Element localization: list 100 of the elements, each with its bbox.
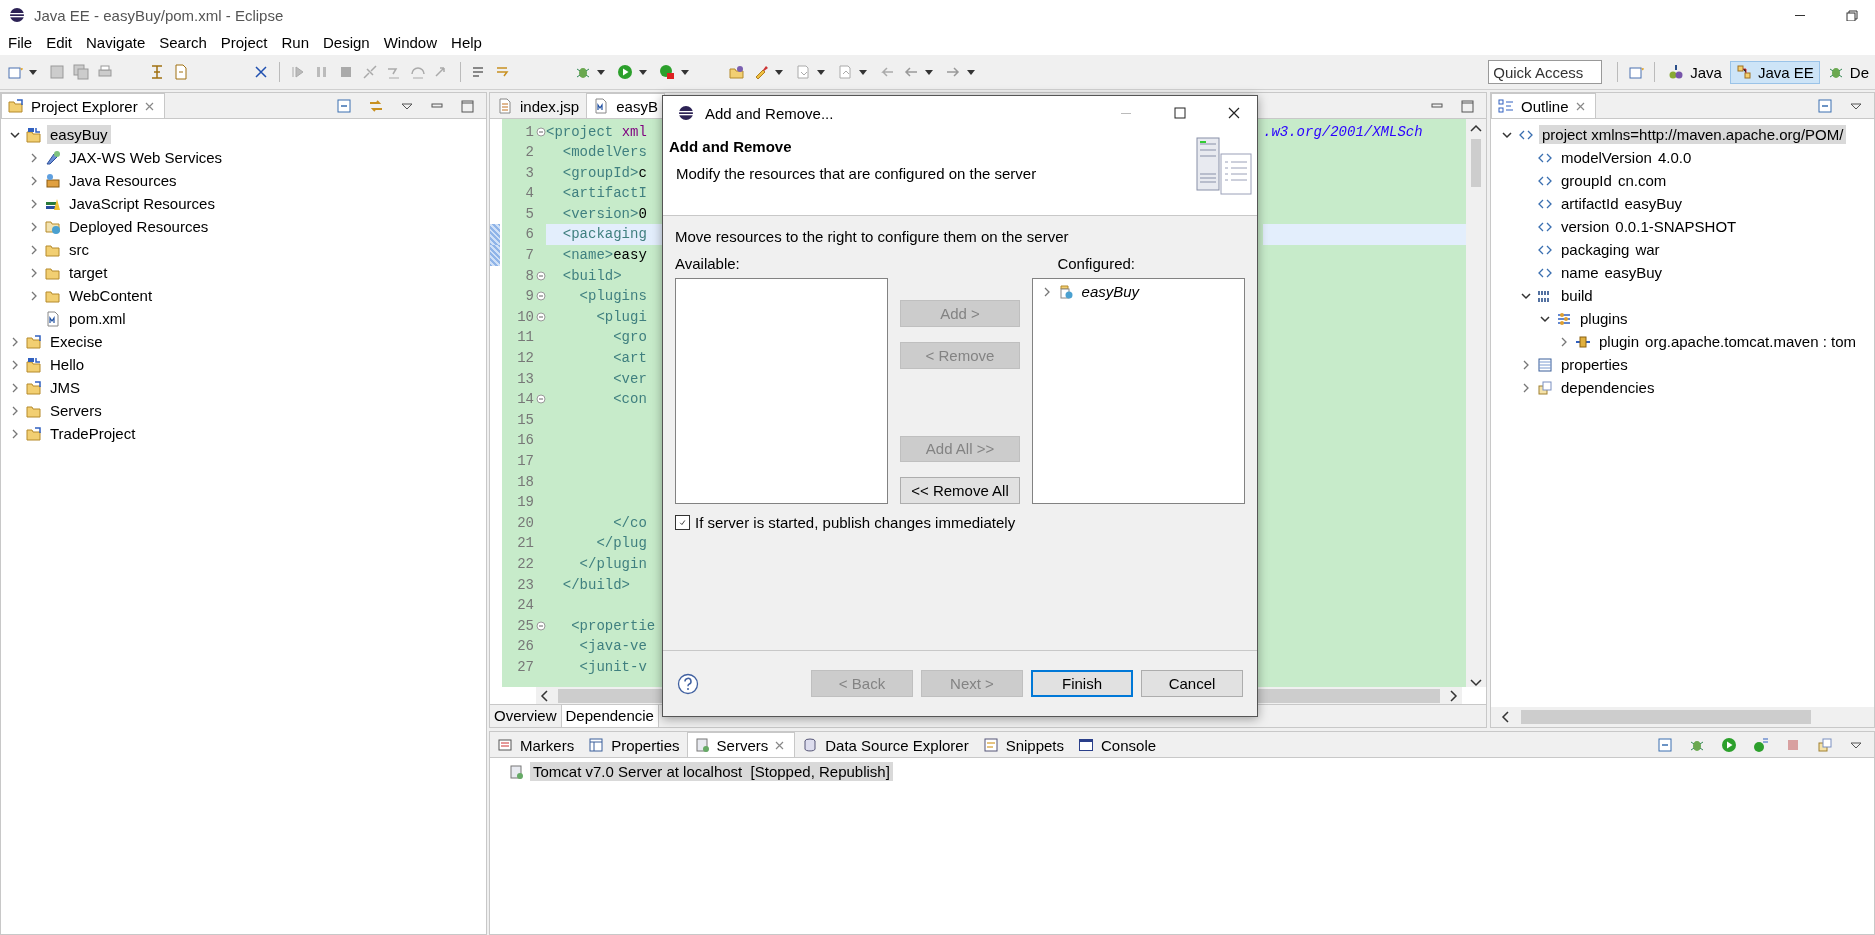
perspective-button[interactable]: De <box>1821 60 1875 84</box>
outline-item[interactable]: dependencies <box>1558 378 1658 397</box>
tree-item[interactable]: Hello <box>47 355 88 374</box>
stop-square-icon[interactable] <box>338 64 354 80</box>
tree-item[interactable]: src <box>66 240 92 259</box>
scroll-left-icon[interactable] <box>1500 710 1512 724</box>
maximize-icon[interactable] <box>460 98 475 114</box>
tree-item[interactable]: Execise <box>47 332 106 351</box>
fold-icon[interactable] <box>536 126 546 137</box>
server-entry[interactable]: Tomcat v7.0 Server at localhost [Stopped, Republish] <box>530 762 893 781</box>
editor-page-tab[interactable]: Dependencie <box>561 705 659 727</box>
dropdown-caret-icon[interactable] <box>858 68 868 76</box>
module-item[interactable]: easyBuy <box>1078 282 1143 301</box>
view-tab[interactable]: Project Explorer <box>1 93 165 118</box>
move-button[interactable]: << Remove All <box>900 477 1020 504</box>
scroll-left-icon[interactable] <box>539 688 551 703</box>
outline-item[interactable]: groupId <box>1558 171 1615 190</box>
collapse-all-icon[interactable] <box>1657 737 1673 753</box>
play-icon[interactable] <box>617 64 633 80</box>
quick-access-field[interactable]: Quick Access <box>1488 60 1603 84</box>
perspective-button[interactable]: Java EE <box>1729 60 1820 84</box>
view-tab[interactable]: Snippets <box>975 732 1071 757</box>
brush-icon[interactable] <box>753 64 769 80</box>
link-editor-icon[interactable] <box>368 98 384 114</box>
menu-item[interactable]: Design <box>316 34 377 51</box>
outline-item[interactable]: plugin <box>1596 332 1643 351</box>
dropdown-caret-icon[interactable] <box>596 68 606 76</box>
tree-item[interactable]: JMS <box>47 378 83 397</box>
vertical-scrollbar[interactable] <box>1466 119 1486 687</box>
editor-tab[interactable]: easyB <box>586 93 665 118</box>
tree-item[interactable]: JAX-WS Web Services <box>66 148 226 167</box>
menu-item[interactable]: File <box>1 34 40 51</box>
menu-item[interactable]: Window <box>376 34 445 51</box>
editor-tab[interactable]: index.jsp <box>490 93 587 118</box>
outline-item[interactable]: packaging <box>1558 240 1633 259</box>
open-file-icon[interactable] <box>173 64 189 80</box>
perspective-button[interactable]: Java <box>1662 60 1728 84</box>
outline-item[interactable]: artifactId <box>1558 194 1622 213</box>
resume-icon[interactable] <box>290 64 306 80</box>
scroll-thumb[interactable] <box>1471 139 1481 187</box>
open-folder-icon[interactable] <box>729 64 745 80</box>
fold-icon[interactable] <box>536 620 546 631</box>
fold-icon[interactable] <box>536 291 546 302</box>
collapse-all-icon[interactable] <box>336 98 352 114</box>
horizontal-scrollbar[interactable] <box>1491 707 1874 727</box>
outline-item[interactable]: modelVersion <box>1558 148 1655 167</box>
help-icon[interactable] <box>677 672 699 695</box>
printer-icon[interactable] <box>97 64 113 80</box>
stop-icon[interactable] <box>1785 737 1801 753</box>
wizard-button[interactable]: Cancel <box>1141 670 1243 697</box>
menu-item[interactable]: Project <box>213 34 275 51</box>
close-icon[interactable] <box>1228 107 1240 119</box>
tree-item[interactable]: target <box>66 263 111 282</box>
tree-item[interactable]: TradeProject <box>47 424 139 443</box>
save-all-icon[interactable] <box>73 64 89 80</box>
view-tab[interactable]: Markers <box>490 732 582 757</box>
fold-icon[interactable] <box>536 311 546 322</box>
tree-item[interactable]: Servers <box>47 401 105 420</box>
scroll-right-icon[interactable] <box>1447 688 1459 703</box>
view-tab[interactable]: Properties <box>581 732 687 757</box>
tree-item[interactable]: WebContent <box>66 286 156 305</box>
menu-item[interactable]: Run <box>274 34 316 51</box>
outline-item[interactable]: version <box>1558 217 1613 236</box>
menu-item[interactable]: Navigate <box>79 34 153 51</box>
view-tab[interactable]: Data Source Explorer <box>795 732 976 757</box>
dropdown-caret-icon[interactable] <box>924 68 934 76</box>
menu-item[interactable]: Edit <box>39 34 80 51</box>
open-perspective-icon[interactable] <box>1628 64 1645 80</box>
fold-icon[interactable] <box>536 394 546 405</box>
view-tab[interactable]: Console <box>1071 732 1164 757</box>
wizard-button[interactable]: Finish <box>1031 670 1133 697</box>
dropdown-caret-icon[interactable] <box>28 68 38 76</box>
dropdown-caret-icon[interactable] <box>638 68 648 76</box>
outline-item[interactable]: plugins <box>1577 309 1631 328</box>
scroll-thumb[interactable] <box>1521 710 1811 724</box>
restore-icon[interactable] <box>1846 9 1858 21</box>
new-file-icon[interactable] <box>7 64 23 80</box>
tree-item[interactable]: Java Resources <box>66 171 180 190</box>
outline-item[interactable]: name <box>1558 263 1602 282</box>
scroll-down-icon[interactable] <box>1469 677 1483 687</box>
outline-item[interactable]: properties <box>1558 355 1631 374</box>
configured-list[interactable]: easyBuy <box>1031 278 1245 504</box>
tree-item[interactable]: Deployed Resources <box>66 217 212 236</box>
outline-item[interactable]: project xmlns=http://maven.apache.org/POM/ <box>1539 125 1847 144</box>
view-tab[interactable]: Servers <box>686 732 796 757</box>
checkbox[interactable] <box>675 515 690 530</box>
dropdown-caret-icon[interactable] <box>680 68 690 76</box>
tree-item[interactable]: easyBuy <box>47 125 111 144</box>
play-icon[interactable] <box>1721 737 1737 753</box>
run-tool-icon[interactable] <box>659 64 675 80</box>
dropdown-caret-icon[interactable] <box>966 68 976 76</box>
view-tab[interactable]: Outline <box>1491 93 1596 118</box>
maximize-icon[interactable] <box>1174 107 1186 119</box>
tree-item[interactable]: pom.xml <box>66 309 129 328</box>
fold-icon[interactable] <box>536 270 546 281</box>
collapse-all-icon[interactable] <box>1817 98 1833 114</box>
menu-item[interactable]: Help <box>444 34 489 51</box>
menu-item[interactable]: Search <box>152 34 214 51</box>
prev-annotation-icon[interactable] <box>837 64 853 80</box>
dropdown-caret-icon[interactable] <box>816 68 826 76</box>
